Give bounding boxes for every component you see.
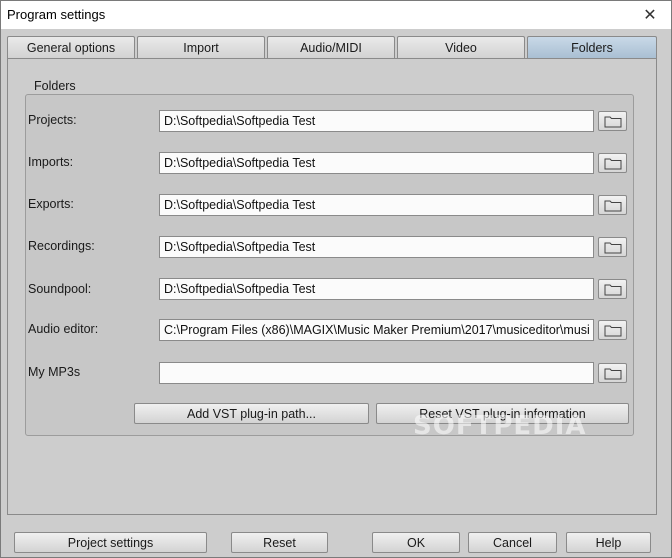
cancel-button[interactable]: Cancel [468, 532, 557, 553]
folder-icon [604, 116, 621, 127]
add-vst-plugin-path-button[interactable]: Add VST plug-in path... [134, 403, 369, 424]
soundpool-label: Soundpool: [28, 282, 92, 296]
audio-editor-browse-button[interactable] [598, 320, 627, 340]
folder-icon [604, 325, 621, 336]
ok-button[interactable]: OK [372, 532, 460, 553]
tab-audio-midi[interactable]: Audio/MIDI [267, 36, 395, 58]
my-mp3s-label: My MP3s [28, 365, 81, 379]
folders-group-label: Folders [34, 79, 76, 93]
recordings-path-field[interactable]: D:\Softpedia\Softpedia Test [159, 236, 594, 258]
softpedia-watermark: SOFTPEDIA [413, 411, 587, 441]
imports-browse-button[interactable] [598, 153, 627, 173]
tab-import[interactable]: Import [137, 36, 265, 58]
soundpool-path-field[interactable]: D:\Softpedia\Softpedia Test [159, 278, 594, 300]
close-icon[interactable]: ✕ [639, 5, 661, 25]
projects-label: Projects: [28, 113, 77, 127]
tab-bar: General options Import Audio/MIDI Video … [7, 36, 657, 58]
exports-label: Exports: [28, 197, 74, 211]
window-title: Program settings [7, 7, 106, 22]
projects-browse-button[interactable] [598, 111, 627, 131]
tab-video[interactable]: Video [397, 36, 525, 58]
soundpool-browse-button[interactable] [598, 279, 627, 299]
exports-path-field[interactable]: D:\Softpedia\Softpedia Test [159, 194, 594, 216]
recordings-browse-button[interactable] [598, 237, 627, 257]
folders-group-box [25, 94, 634, 436]
folder-icon [604, 284, 621, 295]
my-mp3s-path-field[interactable] [159, 362, 594, 384]
help-button[interactable]: Help [566, 532, 651, 553]
tab-folders[interactable]: Folders [527, 36, 657, 58]
tab-general-options[interactable]: General options [7, 36, 135, 58]
audio-editor-path-field[interactable]: C:\Program Files (x86)\MAGIX\Music Maker… [159, 319, 594, 341]
folder-icon [604, 368, 621, 379]
imports-path-field[interactable]: D:\Softpedia\Softpedia Test [159, 152, 594, 174]
my-mp3s-browse-button[interactable] [598, 363, 627, 383]
folder-icon [604, 158, 621, 169]
project-settings-button[interactable]: Project settings [14, 532, 207, 553]
audio-editor-label: Audio editor: [28, 322, 99, 336]
recordings-label: Recordings: [28, 239, 95, 253]
projects-path-field[interactable]: D:\Softpedia\Softpedia Test [159, 110, 594, 132]
program-settings-window: Program settings ✕ General options Impor… [0, 0, 672, 558]
title-bar: Program settings ✕ [1, 1, 671, 29]
folder-icon [604, 200, 621, 211]
folder-icon [604, 242, 621, 253]
exports-browse-button[interactable] [598, 195, 627, 215]
imports-label: Imports: [28, 155, 74, 169]
reset-button[interactable]: Reset [231, 532, 328, 553]
